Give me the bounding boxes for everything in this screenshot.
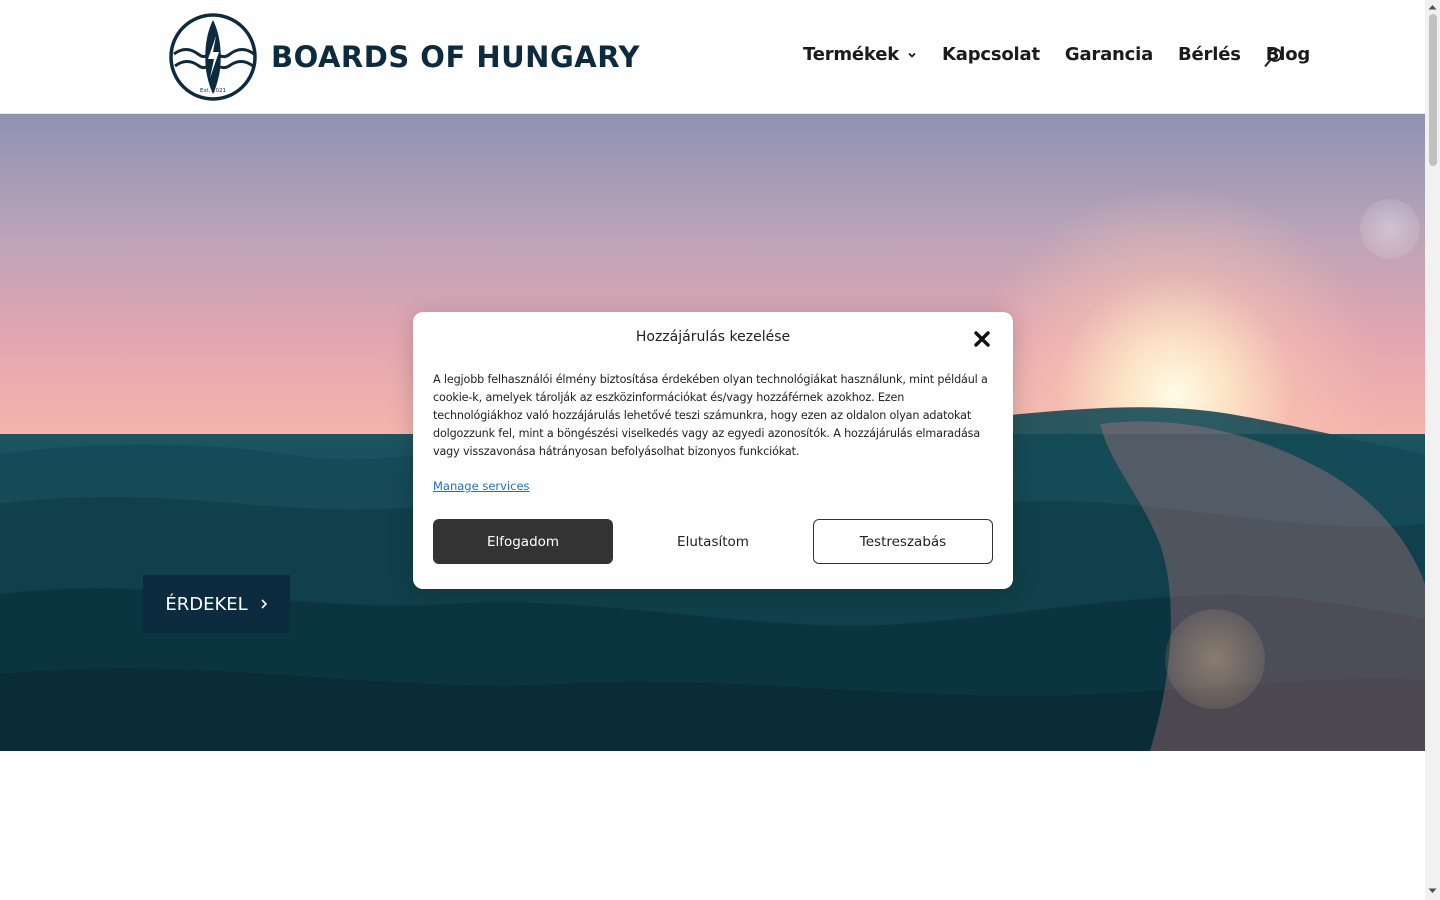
customize-button[interactable]: Testreszabás <box>813 519 993 564</box>
logo-est-text: Est. 2021 <box>200 88 226 94</box>
nav-item-termekek[interactable]: Termékek <box>803 44 917 65</box>
search-icon[interactable] <box>1263 47 1283 69</box>
scroll-down-arrow-icon[interactable] <box>1428 888 1437 894</box>
nav-item-label: Kapcsolat <box>942 44 1040 65</box>
nav-item-berles[interactable]: Bérlés <box>1178 44 1241 65</box>
lens-flare <box>1360 199 1420 259</box>
nav-item-label: Bérlés <box>1178 44 1241 65</box>
nav-item-garancia[interactable]: Garancia <box>1065 44 1153 65</box>
logo-emblem-icon: Est. 2021 <box>169 13 257 101</box>
chevron-down-icon <box>908 52 916 58</box>
site-header: Est. 2021 BOARDS OF HUNGARY Termékek Kap… <box>0 0 1425 114</box>
manage-services-link[interactable]: Manage services <box>433 479 530 493</box>
nav-item-kapcsolat[interactable]: Kapcsolat <box>942 44 1040 65</box>
erdekel-button[interactable]: ÉRDEKEL <box>143 575 290 633</box>
consent-body-text: A legjobb felhasználói élmény biztosítás… <box>433 373 988 458</box>
erdekel-label: ÉRDEKEL <box>165 593 248 615</box>
main-nav: Termékek Kapcsolat Garancia Bérlés Blog <box>803 44 1335 65</box>
close-icon[interactable] <box>973 330 991 348</box>
scrollbar-thumb[interactable] <box>1429 14 1437 166</box>
consent-dialog: Hozzájárulás kezelése A legjobb felhaszn… <box>413 312 1013 589</box>
site-logo[interactable]: Est. 2021 BOARDS OF HUNGARY <box>168 12 640 102</box>
deny-button[interactable]: Elutasítom <box>623 519 803 564</box>
lens-flare <box>1165 609 1265 709</box>
accept-button[interactable]: Elfogadom <box>433 519 613 564</box>
consent-title: Hozzájárulás kezelése <box>635 329 791 345</box>
scroll-up-arrow-icon[interactable] <box>1428 4 1437 10</box>
chevron-right-icon <box>261 599 267 609</box>
nav-item-label: Termékek <box>803 44 900 65</box>
brand-name: BOARDS OF HUNGARY <box>271 40 640 74</box>
nav-item-label: Garancia <box>1064 44 1154 65</box>
